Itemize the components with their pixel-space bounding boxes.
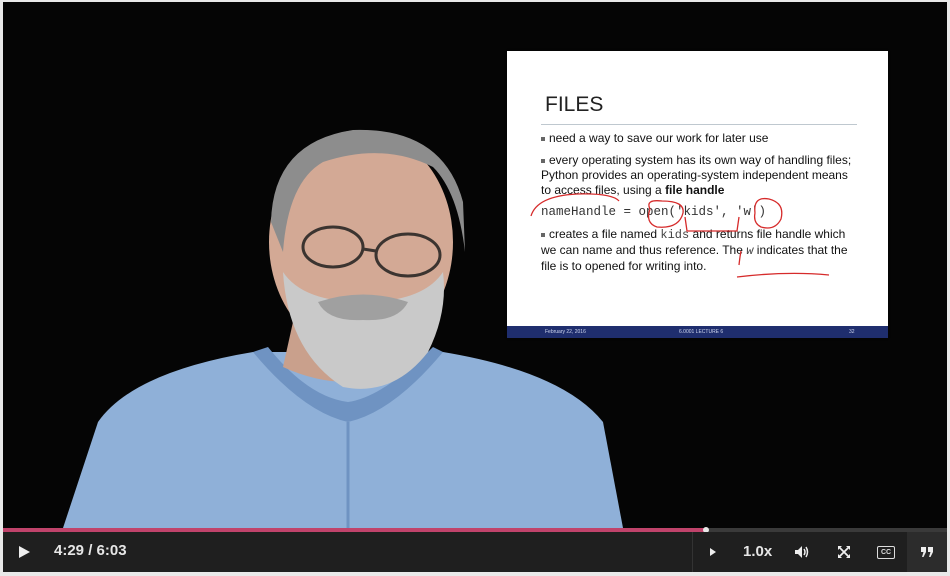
bullet-marker	[541, 136, 545, 141]
lecture-slide: FILES need a way to save our work for la…	[507, 51, 888, 338]
closed-captions-button[interactable]: CC	[873, 532, 899, 572]
volume-icon	[795, 546, 809, 558]
time-display: 4:29 / 6:03	[54, 542, 127, 559]
controls-divider	[692, 532, 693, 572]
transcript-button[interactable]	[907, 532, 947, 572]
current-time: 4:29	[54, 542, 85, 559]
quote-icon	[921, 547, 933, 557]
play-icon	[19, 546, 30, 558]
fullscreen-icon	[838, 546, 850, 558]
playback-speed[interactable]: 1.0x	[743, 543, 772, 560]
video-player: FILES need a way to save our work for la…	[0, 0, 950, 576]
speed-decrease-button[interactable]	[703, 532, 723, 572]
bullet-marker	[541, 158, 545, 163]
slide-code-line: nameHandle = open('kids', 'w')	[541, 205, 767, 219]
volume-button[interactable]	[789, 532, 815, 572]
cc-icon: CC	[877, 545, 895, 559]
slide-date: February 22, 2016	[545, 329, 586, 335]
slide-course: 6.0001 LECTURE 6	[679, 329, 724, 335]
slide-bullet-1: need a way to save our work for later us…	[541, 131, 861, 146]
duration: 6:03	[96, 542, 127, 559]
slide-title: FILES	[545, 93, 604, 116]
slide-number: 32	[849, 329, 855, 335]
slide-bullet-3: creates a file named kids and returns fi…	[541, 227, 848, 273]
slide-title-rule	[541, 124, 857, 125]
play-button[interactable]	[9, 532, 39, 572]
play-small-icon	[710, 548, 716, 556]
slide-bullet-2: every operating system has its own way o…	[541, 153, 852, 197]
slide-footer: February 22, 2016 6.0001 LECTURE 6 32	[507, 326, 888, 338]
bullet-marker	[541, 232, 545, 237]
video-frame[interactable]: FILES need a way to save our work for la…	[3, 2, 947, 528]
fullscreen-button[interactable]	[831, 532, 857, 572]
player-controls: 4:29 / 6:03 1.0x CC	[3, 532, 947, 572]
